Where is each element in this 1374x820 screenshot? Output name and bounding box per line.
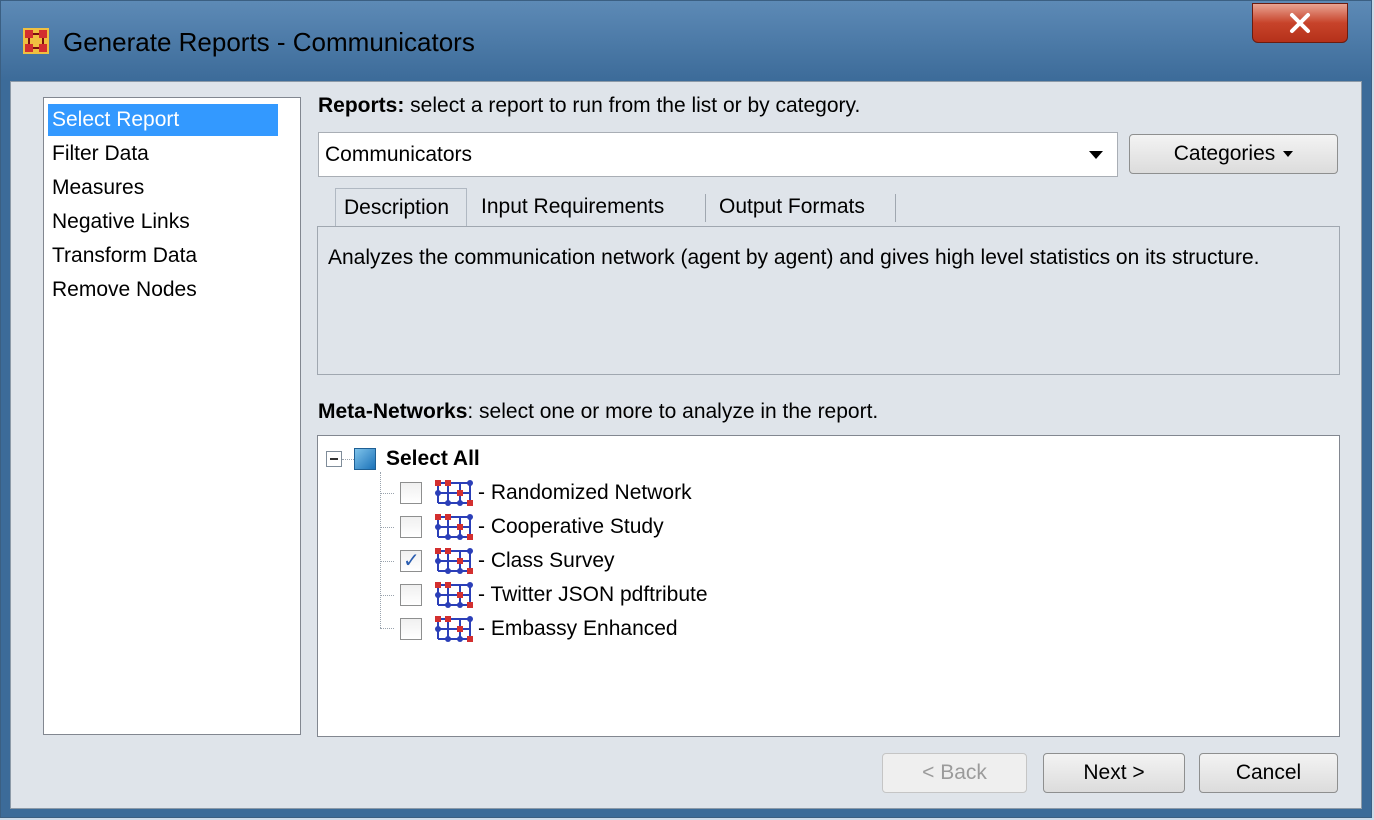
- dialog-window: Generate Reports - Communicators Select …: [0, 0, 1372, 818]
- app-icon: [23, 28, 49, 54]
- network-checkbox[interactable]: [400, 618, 422, 640]
- wizard-step-list: Select Report Filter Data Measures Negat…: [43, 97, 301, 735]
- report-select-value: Communicators: [325, 143, 473, 166]
- meta-network-icon: [435, 514, 473, 540]
- reports-label-text: select a report to run from the list or …: [404, 94, 861, 117]
- network-label[interactable]: - Randomized Network: [478, 481, 692, 505]
- close-icon: [1290, 13, 1310, 33]
- chevron-down-icon: [1089, 151, 1103, 159]
- nav-item-remove-nodes[interactable]: Remove Nodes: [48, 274, 278, 306]
- meta-networks-label-bold: Meta-Networks: [318, 400, 468, 423]
- nav-item-negative-links[interactable]: Negative Links: [48, 206, 278, 238]
- meta-networks-label-text: : select one or more to analyze in the r…: [467, 400, 879, 423]
- select-all-label: Select All: [386, 447, 480, 470]
- categories-button-label: Categories: [1173, 142, 1276, 165]
- network-label[interactable]: - Embassy Enhanced: [478, 617, 678, 641]
- network-label[interactable]: - Class Survey: [478, 549, 615, 573]
- nav-item-transform-data[interactable]: Transform Data: [48, 240, 278, 272]
- categories-button[interactable]: Categories: [1129, 134, 1338, 174]
- nav-item-select-report[interactable]: Select Report: [48, 104, 278, 136]
- tree-row-network: - Twitter JSON pdftribute: [400, 578, 708, 612]
- next-button[interactable]: Next >: [1043, 753, 1185, 793]
- tab-description[interactable]: Description: [335, 188, 467, 226]
- nav-item-filter-data[interactable]: Filter Data: [48, 138, 278, 170]
- description-text: Analyzes the communication network (agen…: [328, 246, 1260, 269]
- network-label[interactable]: - Cooperative Study: [478, 515, 664, 539]
- meta-network-icon: [435, 582, 473, 608]
- meta-network-tree: Select All - Randomized Network - Cooper…: [317, 435, 1340, 737]
- close-button[interactable]: [1252, 3, 1348, 43]
- tree-line: [380, 628, 394, 629]
- network-checkbox[interactable]: [400, 516, 422, 538]
- meta-networks-label: Meta-Networks: select one or more to ana…: [318, 400, 878, 424]
- network-checkbox[interactable]: [400, 584, 422, 606]
- dialog-content: Select Report Filter Data Measures Negat…: [10, 81, 1362, 809]
- tree-line: [380, 527, 394, 528]
- nav-item-measures[interactable]: Measures: [48, 172, 278, 204]
- network-checkbox-checked[interactable]: ✓: [400, 550, 422, 572]
- back-button[interactable]: < Back: [882, 753, 1027, 793]
- meta-network-icon: [435, 480, 473, 506]
- network-checkbox[interactable]: [400, 482, 422, 504]
- checkmark-icon: ✓: [403, 550, 420, 572]
- tree-row-network: - Cooperative Study: [400, 510, 664, 544]
- tree-row-network: ✓ - Class Survey: [400, 544, 615, 578]
- title-bar[interactable]: Generate Reports - Communicators: [1, 1, 1371, 81]
- tab-input-requirements[interactable]: Input Requirements: [473, 188, 672, 226]
- report-select[interactable]: Communicators: [318, 132, 1118, 177]
- tree-line: [380, 493, 394, 494]
- meta-network-icon: [435, 548, 473, 574]
- meta-network-icon: [435, 616, 473, 642]
- tree-line: [380, 561, 394, 562]
- cancel-button[interactable]: Cancel: [1199, 753, 1338, 793]
- tab-output-formats[interactable]: Output Formats: [711, 188, 873, 226]
- tree-line: [380, 595, 394, 596]
- tree-row-select-all: Select All: [326, 442, 480, 476]
- description-panel: Analyzes the communication network (agen…: [317, 226, 1340, 375]
- tab-separator: [705, 194, 706, 222]
- dropdown-arrow-icon: [1283, 151, 1294, 157]
- tree-row-network: - Randomized Network: [400, 476, 692, 510]
- window-title: Generate Reports - Communicators: [63, 27, 475, 57]
- reports-label: Reports: select a report to run from the…: [318, 94, 860, 118]
- tree-row-network: - Embassy Enhanced: [400, 612, 678, 646]
- tree-line: [380, 472, 381, 628]
- reports-label-bold: Reports:: [318, 94, 405, 117]
- collapse-icon[interactable]: [326, 451, 342, 467]
- network-label[interactable]: - Twitter JSON pdftribute: [478, 583, 708, 607]
- tree-line: [342, 458, 354, 460]
- tab-separator: [895, 194, 896, 222]
- select-all-checkbox[interactable]: [354, 448, 376, 470]
